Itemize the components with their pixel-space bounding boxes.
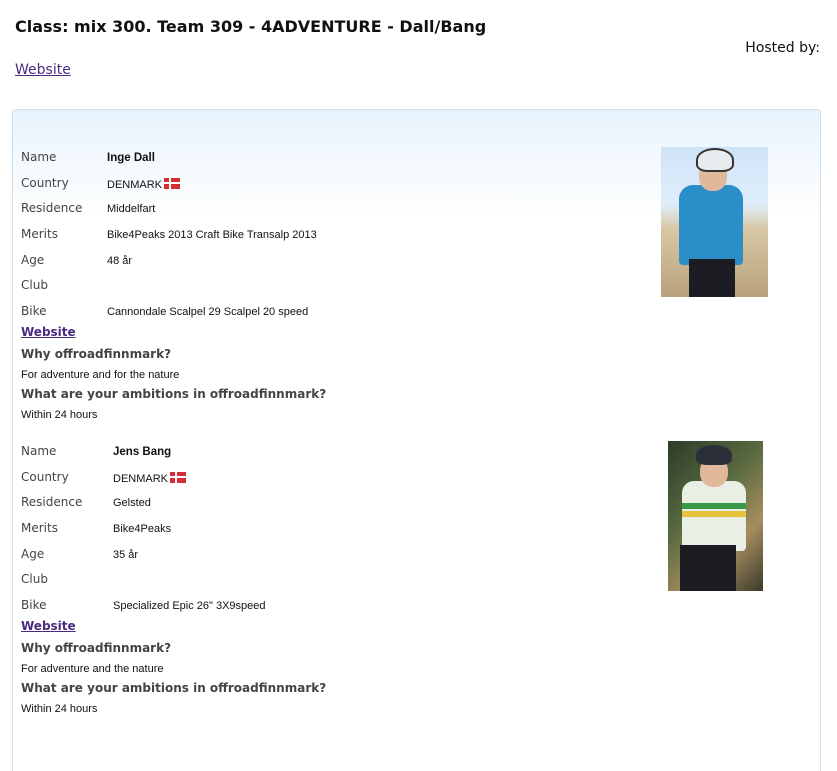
merits-label: Merits <box>21 227 58 242</box>
residence-label: Residence <box>21 495 83 510</box>
why-question: Why offroadfinnmark? <box>21 641 172 655</box>
ambitions-answer: Within 24 hours <box>21 703 98 715</box>
jersey-shape <box>679 185 743 265</box>
bike-row: Bike Specialized Epic 26" 3X9speed <box>13 595 820 621</box>
participant-card: Name Inge Dall Country DENMARK Residence… <box>13 147 820 421</box>
age-label: Age <box>21 252 45 267</box>
residence-value: Gelsted <box>113 497 151 510</box>
country-label: Country <box>21 469 69 484</box>
ambitions-question: What are your ambitions in offroadfinnma… <box>21 387 327 401</box>
participant-website-link[interactable]: Website <box>21 619 76 633</box>
country-label: Country <box>21 175 69 190</box>
merits-value: Bike4Peaks 2013 Craft Bike Transalp 2013 <box>107 229 317 242</box>
bike-row: Bike Cannondale Scalpel 29 Scalpel 20 sp… <box>13 301 820 327</box>
team-website-link[interactable]: Website <box>15 62 71 78</box>
participant-website-link[interactable]: Website <box>21 325 76 339</box>
country-text: DENMARK <box>107 178 163 191</box>
age-value: 48 år <box>107 254 133 267</box>
jersey-stripe-shape <box>682 503 746 509</box>
team-panel: Name Inge Dall Country DENMARK Residence… <box>12 109 821 771</box>
participant-name: Jens Bang <box>113 446 172 458</box>
country-value: DENMARK <box>107 177 181 191</box>
residence-value: Middelfart <box>107 203 156 216</box>
shorts-shape <box>680 545 736 591</box>
country-value: DENMARK <box>113 471 187 485</box>
bike-value: Specialized Epic 26" 3X9speed <box>113 600 266 613</box>
why-question: Why offroadfinnmark? <box>21 347 172 361</box>
why-answer: For adventure and the nature <box>21 663 164 675</box>
participant-card: Name Jens Bang Country DENMARK Residence… <box>13 441 820 715</box>
participant-photo <box>668 441 763 591</box>
name-label: Name <box>21 444 57 458</box>
denmark-flag-icon <box>170 471 187 483</box>
helmet-shape <box>696 148 734 172</box>
bike-label: Bike <box>21 304 47 319</box>
country-text: DENMARK <box>113 472 169 485</box>
age-value: 35 år <box>113 548 139 561</box>
why-answer: For adventure and for the nature <box>21 369 180 381</box>
club-label: Club <box>21 572 48 587</box>
merits-value: Bike4Peaks <box>113 523 172 536</box>
denmark-flag-icon <box>164 177 181 189</box>
name-label: Name <box>21 150 57 164</box>
jersey-stripe-shape <box>682 511 746 517</box>
ambitions-answer: Within 24 hours <box>21 409 98 421</box>
page-title: Class: mix 300. Team 309 - 4ADVENTURE - … <box>15 17 487 36</box>
bike-value: Cannondale Scalpel 29 Scalpel 20 speed <box>107 306 309 319</box>
age-label: Age <box>21 546 45 561</box>
participant-name: Inge Dall <box>107 152 155 164</box>
shorts-shape <box>689 259 735 297</box>
bike-label: Bike <box>21 598 47 613</box>
participant-photo <box>661 147 768 297</box>
residence-label: Residence <box>21 201 83 216</box>
hosted-by-label: Hosted by: <box>745 40 820 56</box>
ambitions-question: What are your ambitions in offroadfinnma… <box>21 681 327 695</box>
merits-label: Merits <box>21 521 58 536</box>
club-label: Club <box>21 278 48 293</box>
helmet-shape <box>696 445 732 465</box>
